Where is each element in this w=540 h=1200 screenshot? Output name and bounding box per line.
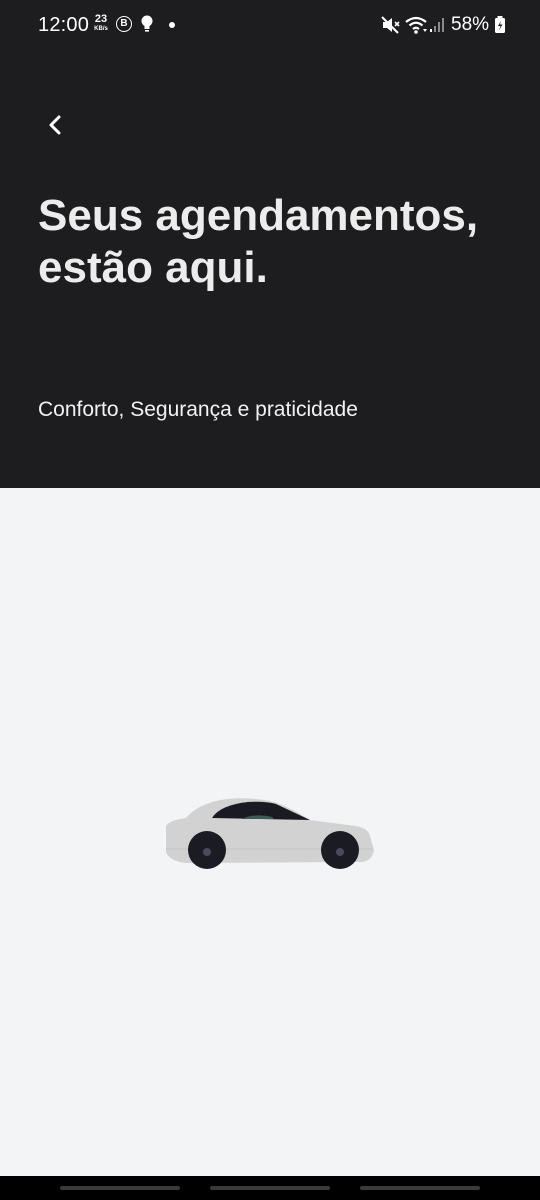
nav-recents-button[interactable] [60,1186,180,1190]
b-badge-icon: B [116,16,132,32]
battery-level: 58% [451,14,490,35]
chevron-left-icon [49,115,61,135]
status-bar: 12:00 23 KB/s B 58% [0,0,540,50]
back-button[interactable] [36,106,76,146]
nav-home-button[interactable] [210,1186,330,1190]
car-illustration [160,792,382,872]
status-time: 12:00 [38,14,90,36]
navigation-bar [0,1176,540,1200]
nav-back-button[interactable] [360,1186,480,1190]
wifi-icon [404,15,428,40]
page-title: Seus agendamentos, estão aqui. [38,191,479,292]
network-speed-value: 23 [94,13,108,25]
bulb-icon [140,15,154,38]
mute-icon [380,15,400,40]
dot-icon [169,22,175,28]
page-subtitle: Conforto, Segurança e praticidade [38,398,358,421]
battery-icon [494,15,506,40]
network-speed-unit: KB/s [94,26,108,32]
signal-icon [429,16,447,39]
network-speed: 23 KB/s [90,13,112,33]
header: 12:00 23 KB/s B 58% Seus agendamentos, e… [0,0,540,488]
